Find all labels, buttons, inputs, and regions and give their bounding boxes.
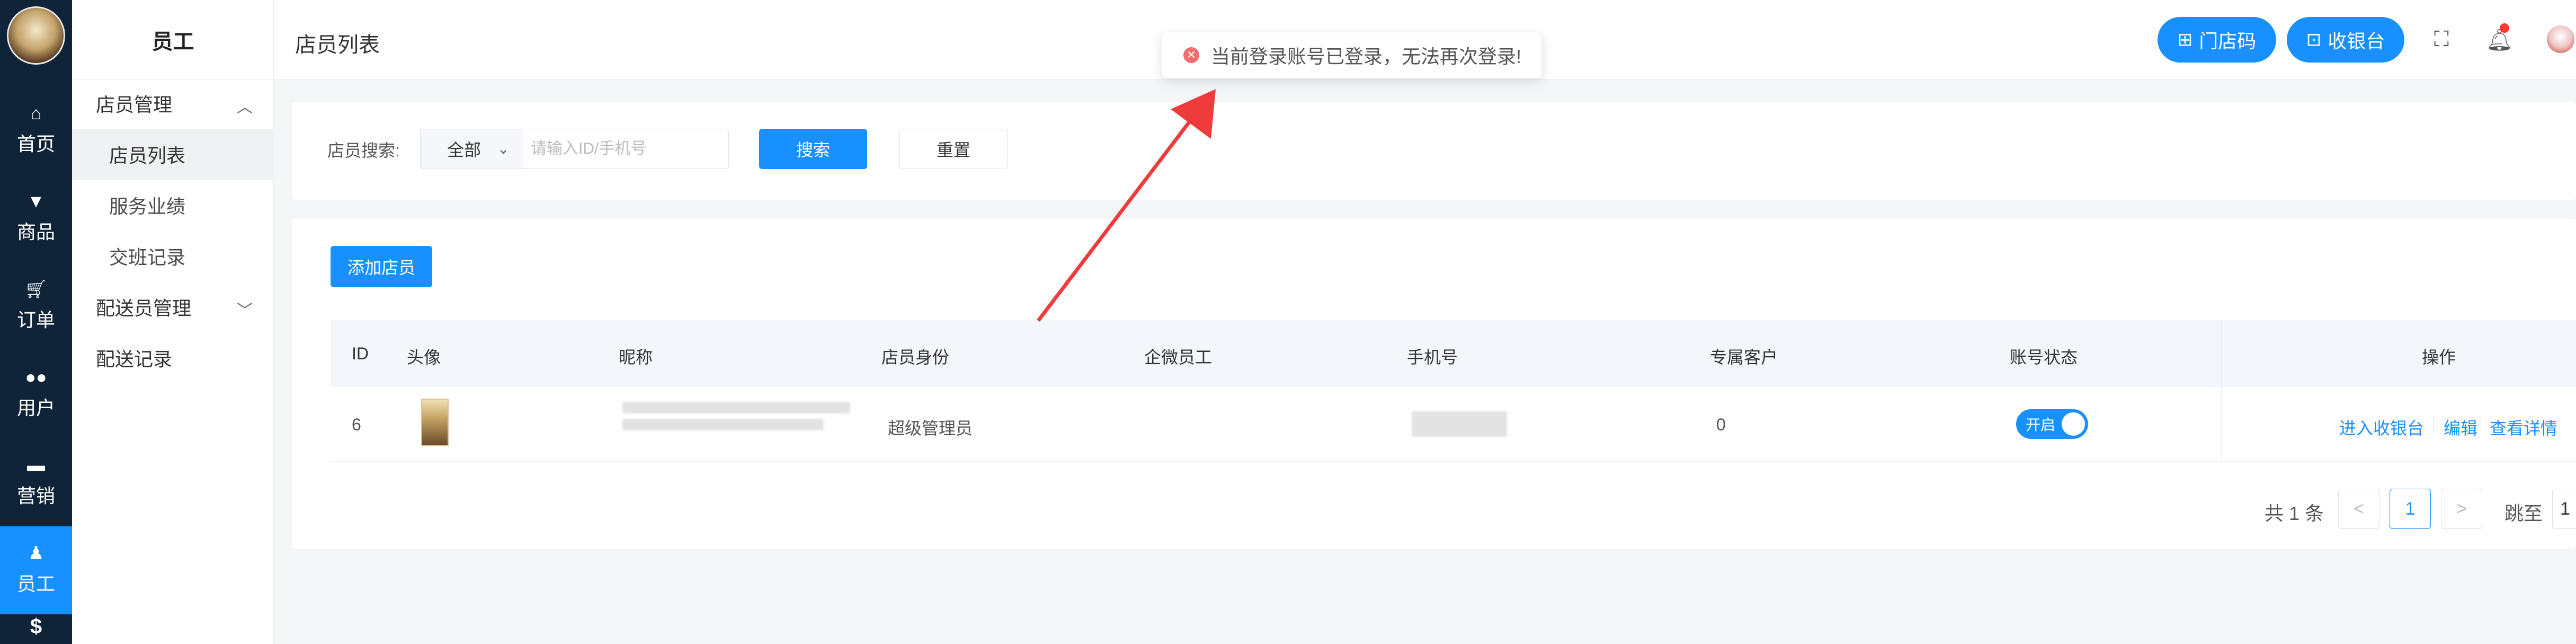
prev-page-button[interactable]: <	[2338, 489, 2379, 529]
chevron-up-icon: ︿	[237, 99, 253, 116]
add-clerk-button[interactable]: 添加店员	[331, 246, 432, 287]
users-icon: ●●	[25, 367, 47, 387]
nav-staff-label: 员工	[16, 573, 55, 595]
notification-badge	[2500, 23, 2509, 33]
cell-role: 超级管理员	[888, 419, 973, 438]
toast-message: 当前登录账号已登录，无法再次登录!	[1211, 46, 1522, 67]
basket-icon: ▼	[27, 191, 45, 211]
menu-item-service-performance[interactable]: 服务业绩	[72, 180, 274, 231]
actions-column-divider	[2221, 320, 2222, 462]
view-details-link[interactable]: 查看详情	[2490, 415, 2557, 439]
nav-home-label: 首页	[16, 133, 55, 155]
fullscreen-icon[interactable]: ⛶	[2434, 28, 2449, 51]
briefcase-icon: ▬	[27, 455, 45, 475]
cart-icon: 🛒︎	[24, 279, 48, 299]
pagination-total: 共 1 条	[2265, 502, 2324, 524]
nav-staff[interactable]: ♟ 员工	[0, 526, 72, 614]
bell-icon[interactable]: 🔔︎	[2486, 28, 2513, 52]
edit-link[interactable]: 编辑	[2444, 415, 2477, 439]
cashier-label: 收银台	[2328, 30, 2385, 52]
search-input[interactable]	[523, 129, 729, 169]
nav-products[interactable]: ▼ 商品	[0, 174, 72, 262]
th-wecom-staff: 企微员工	[1144, 348, 1213, 367]
page-title: 店员列表	[295, 33, 380, 57]
store-logo	[7, 6, 65, 65]
enter-cashier-link[interactable]: 进入收银台	[2339, 415, 2424, 439]
nav-marketing[interactable]: ▬ 营销	[0, 438, 72, 526]
nav-products-label: 商品	[16, 221, 55, 243]
th-nickname: 昵称	[619, 348, 653, 367]
next-page-button[interactable]: >	[2441, 489, 2482, 529]
nav-finance[interactable]: $	[0, 614, 72, 644]
nav-users[interactable]: ●● 用户	[0, 350, 72, 438]
menu-group-clerk[interactable]: 店员管理 ︿	[72, 78, 274, 129]
staff-submenu: 员工 店员管理 ︿ 店员列表 服务业绩 交班记录 配送员管理 ﹀ 配送记录	[72, 0, 274, 644]
search-label: 店员搜索:	[327, 141, 400, 160]
th-phone: 手机号	[1407, 348, 1458, 367]
main-nav-rail: ⌂ 首页 ▼ 商品 🛒︎ 订单 ●● 用户 ▬ 营销 ♟ 员工 $	[0, 0, 72, 644]
search-button[interactable]: 搜索	[759, 129, 867, 169]
menu-item-delivery-records[interactable]: 配送记录	[72, 332, 274, 383]
nickname-redacted	[622, 402, 850, 413]
phone-redacted	[1412, 411, 1507, 437]
submenu-title: 员工	[72, 0, 274, 80]
menu-item-delivery-records-label: 配送记录	[96, 348, 173, 370]
nav-users-label: 用户	[16, 397, 55, 419]
nickname-redacted-line2	[622, 419, 824, 430]
home-icon: ⌂	[30, 103, 42, 123]
th-customers: 专属客户	[1710, 348, 1778, 367]
nav-orders-label: 订单	[16, 309, 55, 331]
jump-page-input[interactable]: 1	[2552, 489, 2576, 529]
search-type-value: 全部	[447, 140, 482, 160]
search-card: 店员搜索: 全部 ⌄ 搜索 重置	[292, 102, 2576, 200]
th-actions: 操作	[2422, 348, 2456, 367]
toggle-knob	[2062, 412, 2085, 436]
cashier-icon: ⊡	[2306, 30, 2322, 50]
error-toast: ✕ 当前登录账号已登录，无法再次登录!	[1162, 32, 1542, 78]
table-header: ID 头像 昵称 店员身份 企微员工 手机号 专属客户 账号状态 操作	[331, 320, 2576, 387]
page-1-button[interactable]: 1	[2390, 489, 2431, 529]
menu-item-clerk-list[interactable]: 店员列表	[72, 129, 274, 180]
reset-button[interactable]: 重置	[899, 129, 1008, 169]
menu-item-shift-records[interactable]: 交班记录	[72, 231, 274, 281]
toggle-label: 开启	[2026, 417, 2056, 433]
cell-customers: 0	[1716, 415, 1726, 434]
th-avatar: 头像	[407, 348, 441, 367]
user-avatar[interactable]	[2547, 25, 2574, 53]
clerk-avatar	[421, 399, 449, 446]
dollar-icon: $	[30, 615, 42, 638]
store-code-button[interactable]: ⊞ 门店码	[2158, 17, 2276, 63]
th-role: 店员身份	[881, 348, 950, 367]
person-icon: ♟	[28, 543, 44, 563]
cashier-button[interactable]: ⊡ 收银台	[2287, 17, 2404, 63]
menu-group-delivery[interactable]: 配送员管理 ﹀	[72, 281, 274, 332]
nav-home[interactable]: ⌂ 首页	[0, 86, 72, 174]
store-code-label: 门店码	[2199, 30, 2257, 52]
menu-group-delivery-label: 配送员管理	[96, 297, 192, 319]
error-icon: ✕	[1183, 47, 1199, 63]
nav-orders[interactable]: 🛒︎ 订单	[0, 262, 72, 350]
th-account-status: 账号状态	[2010, 348, 2078, 367]
grid-icon: ⊞	[2177, 30, 2193, 50]
account-status-toggle[interactable]: 开启	[2016, 409, 2088, 439]
nav-marketing-label: 营销	[16, 485, 55, 507]
chevron-down-icon: ⌄	[497, 140, 510, 157]
jump-to-label: 跳至	[2504, 502, 2543, 524]
cell-id: 6	[352, 415, 361, 434]
search-type-select[interactable]: 全部 ⌄	[420, 129, 524, 169]
chevron-down-icon: ﹀	[237, 302, 253, 320]
menu-group-clerk-label: 店员管理	[96, 94, 173, 116]
th-id: ID	[352, 344, 369, 363]
